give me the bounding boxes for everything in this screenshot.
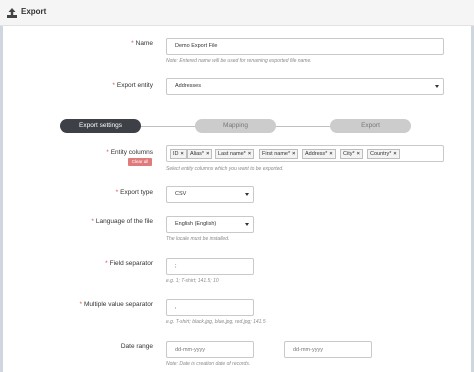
entity-label: * Export entity	[112, 82, 153, 89]
step-export[interactable]: Export	[330, 119, 411, 133]
tag-city: City* ×	[340, 149, 363, 159]
tag-address: Address* ×	[302, 149, 336, 159]
panel-header: Export	[0, 0, 474, 26]
remove-tag-icon[interactable]: ×	[181, 151, 184, 157]
page-title: Export	[21, 7, 47, 16]
entity-columns-label: * Entity columns	[106, 149, 153, 156]
tag-alias: Alias* ×	[187, 149, 213, 159]
export-type-select[interactable]: CSV	[166, 186, 254, 203]
tag-last-name: Last name* ×	[215, 149, 255, 159]
tag-country: Country* ×	[367, 149, 400, 159]
chevron-down-icon	[245, 223, 249, 226]
field-separator-input[interactable]: ;	[166, 258, 254, 275]
step-export-settings[interactable]: Export settings	[60, 119, 141, 133]
export-type-select-value: CSV	[175, 191, 187, 197]
multi-separator-label: * Multiple value separator	[79, 301, 153, 308]
remove-tag-icon[interactable]: ×	[357, 151, 360, 157]
field-separator-note: e.g. 1; T-shirt; 141.5; 10	[166, 278, 219, 284]
frame-border-left	[0, 26, 3, 372]
language-select[interactable]: English (English)	[166, 216, 254, 233]
clear-all-button[interactable]: Clear all	[128, 158, 152, 166]
entity-select-value: Addresses	[175, 83, 201, 89]
export-type-label: * Export type	[115, 189, 153, 196]
entity-columns-field[interactable]: ID × Alias* × Last name* × First name* × Add…	[166, 145, 444, 162]
multi-separator-note: e.g. T-shirt; black.jpg, blue.jpg, red.j…	[166, 319, 266, 325]
step-mapping[interactable]: Mapping	[195, 119, 276, 133]
language-label: * Language of the file	[91, 218, 153, 225]
language-note: The locale must be installed.	[166, 236, 230, 242]
remove-tag-icon[interactable]: ×	[329, 151, 332, 157]
remove-tag-icon[interactable]: ×	[393, 151, 396, 157]
export-icon	[7, 8, 17, 18]
multi-separator-input[interactable]: ,	[166, 299, 254, 316]
entity-columns-note: Select entity columns which you want to …	[166, 166, 284, 172]
tag-first-name: First name* ×	[259, 149, 299, 159]
tag-id: ID ×	[170, 149, 187, 159]
remove-tag-icon[interactable]: ×	[206, 151, 209, 157]
date-range-note: Note: Date is creation date of records.	[166, 361, 251, 367]
name-input[interactable]: Demo Export File	[166, 38, 444, 55]
name-label: * Name	[131, 40, 153, 47]
remove-tag-icon[interactable]: ×	[248, 151, 251, 157]
field-separator-label: * Field separator	[105, 260, 153, 267]
chevron-down-icon	[435, 85, 439, 88]
date-to-input[interactable]	[284, 341, 372, 358]
chevron-down-icon	[245, 193, 249, 196]
language-select-value: English (English)	[175, 221, 217, 227]
remove-tag-icon[interactable]: ×	[292, 151, 295, 157]
name-note: Note: Entered name will be used for rena…	[166, 58, 312, 64]
entity-select[interactable]: Addresses	[166, 78, 444, 95]
date-range-label: Date range	[120, 343, 153, 350]
date-from-input[interactable]	[166, 341, 254, 358]
